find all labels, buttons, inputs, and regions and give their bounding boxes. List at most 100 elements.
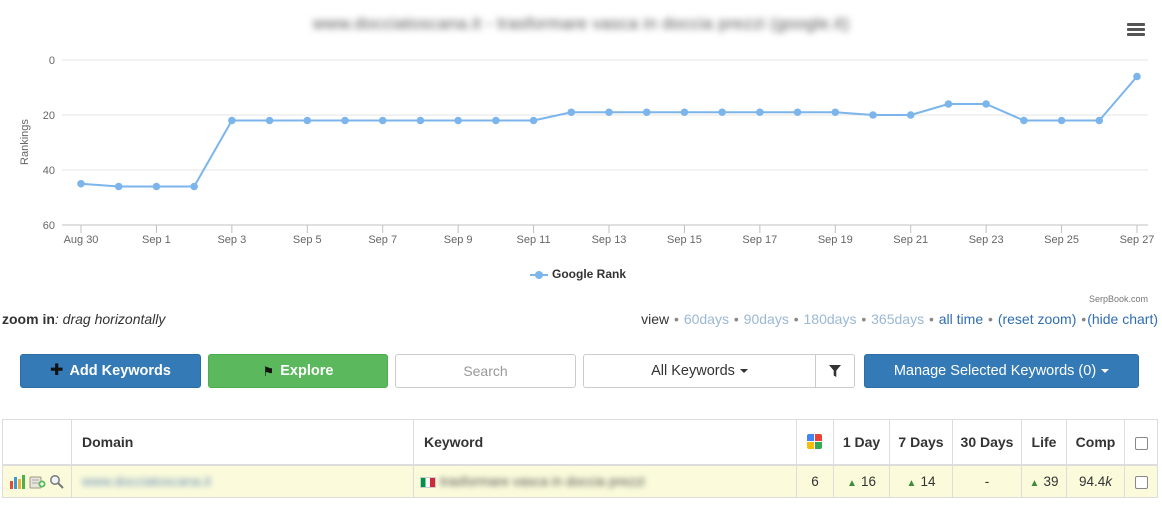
explore-label: Explore xyxy=(280,363,334,379)
view-all-time-link[interactable]: all time xyxy=(939,311,983,327)
data-point xyxy=(680,108,689,117)
data-point xyxy=(416,116,425,125)
magnifier-icon[interactable] xyxy=(49,474,65,489)
rank-chart[interactable]: www.docciatoscana.it - trasformare vasca… xyxy=(0,0,1162,310)
data-point xyxy=(1020,116,1028,125)
zoom-hint: zoom in: drag horizontally xyxy=(2,311,165,327)
data-point xyxy=(793,108,802,117)
x-tick-label: Sep 11 xyxy=(517,234,551,246)
x-tick-label: Sep 25 xyxy=(1044,234,1079,246)
legend-marker-icon xyxy=(530,270,548,280)
hide-chart-link[interactable]: (hide chart) xyxy=(1087,311,1158,327)
data-point xyxy=(265,116,274,125)
bar-chart-icon[interactable] xyxy=(9,474,26,489)
data-point xyxy=(228,116,236,125)
caret-down-icon xyxy=(1101,369,1110,373)
add-note-icon[interactable] xyxy=(29,474,46,489)
x-tick-label: Sep 5 xyxy=(293,234,322,246)
view-range-links: view • 60days • 90days • 180days • 365da… xyxy=(641,311,1158,327)
x-tick-label: Sep 27 xyxy=(1120,234,1155,246)
row-actions xyxy=(2,464,72,498)
header-comp[interactable]: Comp xyxy=(1066,419,1125,465)
header-domain[interactable]: Domain xyxy=(71,419,414,465)
row-keyword[interactable]: trasformare vasca in doccia prezzi xyxy=(413,464,797,498)
header-google-rank[interactable] xyxy=(796,419,834,465)
data-point xyxy=(944,100,953,108)
data-point xyxy=(1133,72,1141,81)
view-label: view xyxy=(641,311,670,327)
data-point xyxy=(454,116,462,125)
zoom-hint-label: zoom in xyxy=(2,311,55,327)
data-point xyxy=(605,108,613,117)
row-life-change: ▲ 39 xyxy=(1021,464,1067,498)
view-180days-link[interactable]: 180days xyxy=(804,311,857,327)
add-keywords-label: Add Keywords xyxy=(69,363,171,379)
row-domain[interactable]: www.docciatoscana.it xyxy=(71,464,414,498)
arrow-up-icon: ▲ xyxy=(1029,477,1040,489)
chart-credits[interactable]: SerpBook.com xyxy=(1089,294,1148,304)
row-comp: 94.4k xyxy=(1066,464,1125,498)
header-keyword[interactable]: Keyword xyxy=(413,419,797,465)
flag-icon: ⚑ xyxy=(262,363,275,379)
data-point xyxy=(529,116,538,125)
chart-plot[interactable]: 0 20 40 60 Rankings Aug 30 Sep 1 Sep 3 Sep 5 Sep … xyxy=(0,0,1162,300)
row-7-days-change: ▲ 14 xyxy=(889,464,953,498)
add-keywords-button[interactable]: ✚ Add Keywords xyxy=(20,354,201,388)
data-point xyxy=(114,182,123,191)
legend-label: Google Rank xyxy=(552,267,627,281)
header-select-all xyxy=(1124,419,1158,465)
google-icon xyxy=(807,434,823,450)
data-point xyxy=(906,111,915,119)
y-tick-label: 20 xyxy=(43,110,55,122)
select-all-checkbox[interactable] xyxy=(1134,436,1148,450)
data-point xyxy=(567,108,576,117)
legend-item-google-rank[interactable]: Google Rank xyxy=(530,267,626,281)
search-input[interactable] xyxy=(395,354,576,388)
header-actions xyxy=(2,419,72,465)
row-1-day-change: ▲ 16 xyxy=(833,464,890,498)
data-point xyxy=(77,179,85,188)
plus-icon: ✚ xyxy=(50,362,64,379)
data-point xyxy=(190,182,198,191)
y-axis-title: Rankings xyxy=(19,119,31,165)
reset-zoom-link[interactable]: (reset zoom) xyxy=(998,311,1077,327)
filter-button[interactable] xyxy=(815,354,855,388)
view-90days-link[interactable]: 90days xyxy=(744,311,789,327)
row-rank: 6 xyxy=(796,464,834,498)
row-checkbox[interactable] xyxy=(1134,475,1148,489)
header-30-days[interactable]: 30 Days xyxy=(952,419,1022,465)
row-select xyxy=(1124,464,1158,498)
data-point xyxy=(492,116,500,125)
data-point xyxy=(1095,116,1104,125)
header-1-day[interactable]: 1 Day xyxy=(833,419,890,465)
header-life[interactable]: Life xyxy=(1021,419,1067,465)
view-365days-link[interactable]: 365days xyxy=(871,311,924,327)
data-point xyxy=(378,116,387,125)
toolbar: ✚ Add Keywords ⚑ Explore All Keywords Mana… xyxy=(0,354,1162,388)
data-point xyxy=(756,108,764,117)
x-tick-label: Sep 9 xyxy=(444,234,473,246)
x-tick-label: Sep 17 xyxy=(742,234,777,246)
data-point xyxy=(341,116,349,125)
manage-selected-keywords-button[interactable]: Manage Selected Keywords (0) xyxy=(864,354,1139,388)
data-point xyxy=(1057,116,1066,125)
data-point xyxy=(642,108,651,117)
table-row: www.docciatoscana.it trasformare vasca i… xyxy=(2,464,1158,498)
row-30-days-change: - xyxy=(952,464,1022,498)
keywords-table: Domain Keyword 1 Day 7 Days 30 Days Life… xyxy=(2,419,1158,498)
keyword-filter-value: All Keywords xyxy=(651,363,735,379)
view-60days-link[interactable]: 60days xyxy=(684,311,729,327)
explore-button[interactable]: ⚑ Explore xyxy=(208,354,388,388)
manage-label: Manage Selected Keywords (0) xyxy=(893,363,1097,379)
x-tick-label: Sep 1 xyxy=(142,234,171,246)
x-tick-label: Sep 13 xyxy=(592,234,627,246)
data-point xyxy=(718,108,726,117)
y-tick-label: 0 xyxy=(49,55,55,67)
data-point xyxy=(869,111,877,119)
caret-down-icon xyxy=(739,369,748,373)
y-tick-label: 60 xyxy=(43,220,55,232)
keyword-filter-select[interactable]: All Keywords xyxy=(583,354,816,388)
funnel-icon xyxy=(829,364,841,377)
header-7-days[interactable]: 7 Days xyxy=(889,419,953,465)
arrow-up-icon: ▲ xyxy=(906,477,917,489)
